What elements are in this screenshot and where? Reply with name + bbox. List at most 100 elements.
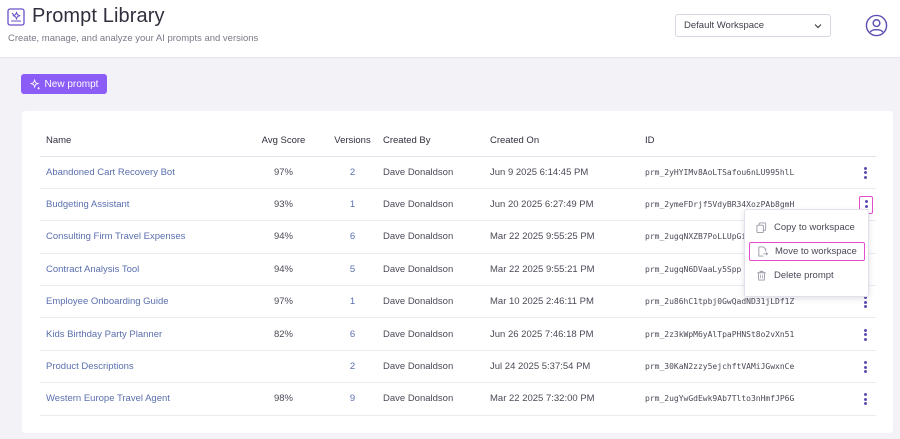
created-on-cell-cell: Mar 10 2025 2:46:11 PM <box>490 285 645 319</box>
menu-item-label: Copy to workspace <box>774 222 855 233</box>
row-actions-cell <box>855 156 876 189</box>
versions-link[interactable]: 6 <box>350 329 355 340</box>
more-options-icon[interactable] <box>859 390 873 408</box>
table-row[interactable]: Abandoned Cart Recovery Bot 97% 2 Dave Dona… <box>40 156 876 189</box>
versions-cell: 6 <box>322 220 383 254</box>
prompt-name-cell: Product Descriptions <box>40 350 245 384</box>
avg-score-cell-cell: 97% <box>245 156 322 189</box>
prompt-name-link[interactable]: Product Descriptions <box>46 361 134 372</box>
prompt-name-cell: Kids Birthday Party Planner <box>40 317 245 351</box>
menu-item-label: Move to workspace <box>775 246 857 257</box>
prompt-name-link[interactable]: Western Europe Travel Agent <box>46 393 170 404</box>
avg-score-cell: 94% <box>273 263 293 275</box>
new-prompt-label: New prompt <box>44 78 99 90</box>
versions-link[interactable]: 2 <box>350 167 355 178</box>
new-prompt-button[interactable]: New prompt <box>21 74 107 94</box>
avg-score-cell-cell: 94% <box>245 220 322 254</box>
more-options-icon[interactable] <box>859 326 873 344</box>
avg-score-cell: 82% <box>273 328 293 340</box>
row-actions-cell <box>855 350 876 384</box>
table-header-row: Name Avg Score Versions Created By Creat… <box>40 125 876 157</box>
menu-item-label: Delete prompt <box>774 270 834 281</box>
more-options-icon[interactable] <box>859 358 873 376</box>
avg-score-cell-cell: 97% <box>245 285 322 319</box>
versions-cell: 9 <box>322 382 383 416</box>
created-on-cell: Jul 24 2025 5:37:54 PM <box>490 361 591 373</box>
menu-item-delete-prompt[interactable]: Delete prompt <box>749 266 865 285</box>
prompt-name-cell: Employee Onboarding Guide <box>40 285 245 319</box>
avg-score-cell: 97% <box>273 296 293 308</box>
prompt-name-link[interactable]: Contract Analysis Tool <box>46 264 139 275</box>
versions-cell: 2 <box>322 156 383 189</box>
avg-score-cell: 97% <box>273 166 293 178</box>
table-row[interactable]: Western Europe Travel Agent 98% 9 Dave Dona… <box>40 382 876 416</box>
column-header-avg-score[interactable]: Avg Score <box>245 125 322 157</box>
avg-score-cell-cell: 98% <box>245 382 322 416</box>
versions-cell: 5 <box>322 253 383 287</box>
copy-icon <box>756 222 767 233</box>
prompt-id-cell: prm_2ugYwGdEwk9Ab7Tlto3nHmfJP6G <box>645 394 795 404</box>
prompt-name-cell: Contract Analysis Tool <box>40 253 245 287</box>
avg-score-cell-cell: 93% <box>245 188 322 222</box>
prompt-id-cell-cell: prm_2yHYIMv8AoLTSafou6nLU995hlL <box>645 156 855 189</box>
created-on-cell: Mar 10 2025 2:46:11 PM <box>490 296 594 308</box>
created-on-cell: Mar 22 2025 9:55:25 PM <box>490 231 595 243</box>
created-on-cell: Mar 22 2025 7:32:00 PM <box>490 393 595 405</box>
prompt-name-link[interactable]: Employee Onboarding Guide <box>46 296 169 307</box>
versions-link[interactable]: 6 <box>350 231 355 242</box>
avg-score-cell-cell: 82% <box>245 317 322 351</box>
prompt-id-cell: prm_2ugqN6DVaaLy5Spp <box>645 264 742 274</box>
column-header-name[interactable]: Name <box>40 125 245 157</box>
more-options-icon[interactable] <box>859 164 873 182</box>
workspace-select[interactable]: Default Workspace <box>675 14 831 37</box>
sparkle-icon <box>29 78 41 90</box>
column-header-versions[interactable]: Versions <box>322 125 383 157</box>
prompt-id-cell: prm_2ugqNXZB7PoLLUpGi <box>645 232 747 242</box>
user-avatar-icon[interactable] <box>865 14 888 37</box>
created-on-cell-cell: Jun 20 2025 6:27:49 PM <box>490 188 645 222</box>
created-by-cell: Dave Donaldson <box>383 393 454 405</box>
chevron-down-icon <box>814 24 822 29</box>
created-by-cell: Dave Donaldson <box>383 361 454 373</box>
versions-cell: 2 <box>322 350 383 384</box>
column-header-created-on[interactable]: Created On <box>490 125 645 157</box>
versions-link[interactable]: 9 <box>350 393 355 404</box>
created-by-cell-cell: Dave Donaldson <box>383 317 490 351</box>
created-by-cell-cell: Dave Donaldson <box>383 350 490 384</box>
avg-score-cell: 94% <box>273 231 293 243</box>
created-on-cell: Mar 22 2025 9:55:21 PM <box>490 263 595 275</box>
avg-score-cell-cell: 94% <box>245 253 322 287</box>
prompt-name-link[interactable]: Budgeting Assistant <box>46 199 129 210</box>
versions-cell: 6 <box>322 317 383 351</box>
prompt-name-link[interactable]: Kids Birthday Party Planner <box>46 329 162 340</box>
avg-score-cell-cell <box>245 350 322 384</box>
table-row[interactable]: Product Descriptions 2 Dave Donaldson Jul 2… <box>40 350 876 384</box>
table-row[interactable]: Kids Birthday Party Planner 82% 6 Dave Dona… <box>40 317 876 351</box>
created-on-cell-cell: Mar 22 2025 7:32:00 PM <box>490 382 645 416</box>
versions-link[interactable]: 2 <box>350 361 355 372</box>
prompt-library-logo-icon <box>7 8 25 26</box>
prompt-id-cell-cell: prm_30KaN2zzy5ejchftVAMiJGwxnCe <box>645 350 855 384</box>
prompt-name-cell: Budgeting Assistant <box>40 188 245 222</box>
prompt-id-cell-cell: prm_2z3kWpM6yAlTpaPHNSt8o2vXn51 <box>645 317 855 351</box>
prompt-name-cell: Consulting Firm Travel Expenses <box>40 220 245 254</box>
menu-item-copy-to-workspace[interactable]: Copy to workspace <box>749 218 865 237</box>
prompt-id-cell: prm_30KaN2zzy5ejchftVAMiJGwxnCe <box>645 362 795 372</box>
column-header-id: ID <box>645 125 855 157</box>
created-on-cell-cell: Mar 22 2025 9:55:21 PM <box>490 253 645 287</box>
created-by-cell-cell: Dave Donaldson <box>383 156 490 189</box>
versions-link[interactable]: 1 <box>350 296 355 307</box>
prompt-name-cell: Western Europe Travel Agent <box>40 382 245 416</box>
app-header: Prompt Library Create, manage, and analy… <box>0 0 900 58</box>
prompt-name-link[interactable]: Consulting Firm Travel Expenses <box>46 231 185 242</box>
prompt-name-link[interactable]: Abandoned Cart Recovery Bot <box>46 167 175 178</box>
versions-cell: 1 <box>322 285 383 319</box>
menu-item-move-to-workspace[interactable]: Move to workspace <box>749 242 865 261</box>
versions-link[interactable]: 5 <box>350 264 355 275</box>
column-header-created-by[interactable]: Created By <box>383 125 490 157</box>
created-by-cell-cell: Dave Donaldson <box>383 220 490 254</box>
prompt-id-cell: prm_2yHYIMv8AoLTSafou6nLU995hlL <box>645 167 795 177</box>
page-subtitle: Create, manage, and analyze your AI prom… <box>8 33 259 44</box>
created-by-cell: Dave Donaldson <box>383 166 454 178</box>
versions-link[interactable]: 1 <box>350 199 355 210</box>
